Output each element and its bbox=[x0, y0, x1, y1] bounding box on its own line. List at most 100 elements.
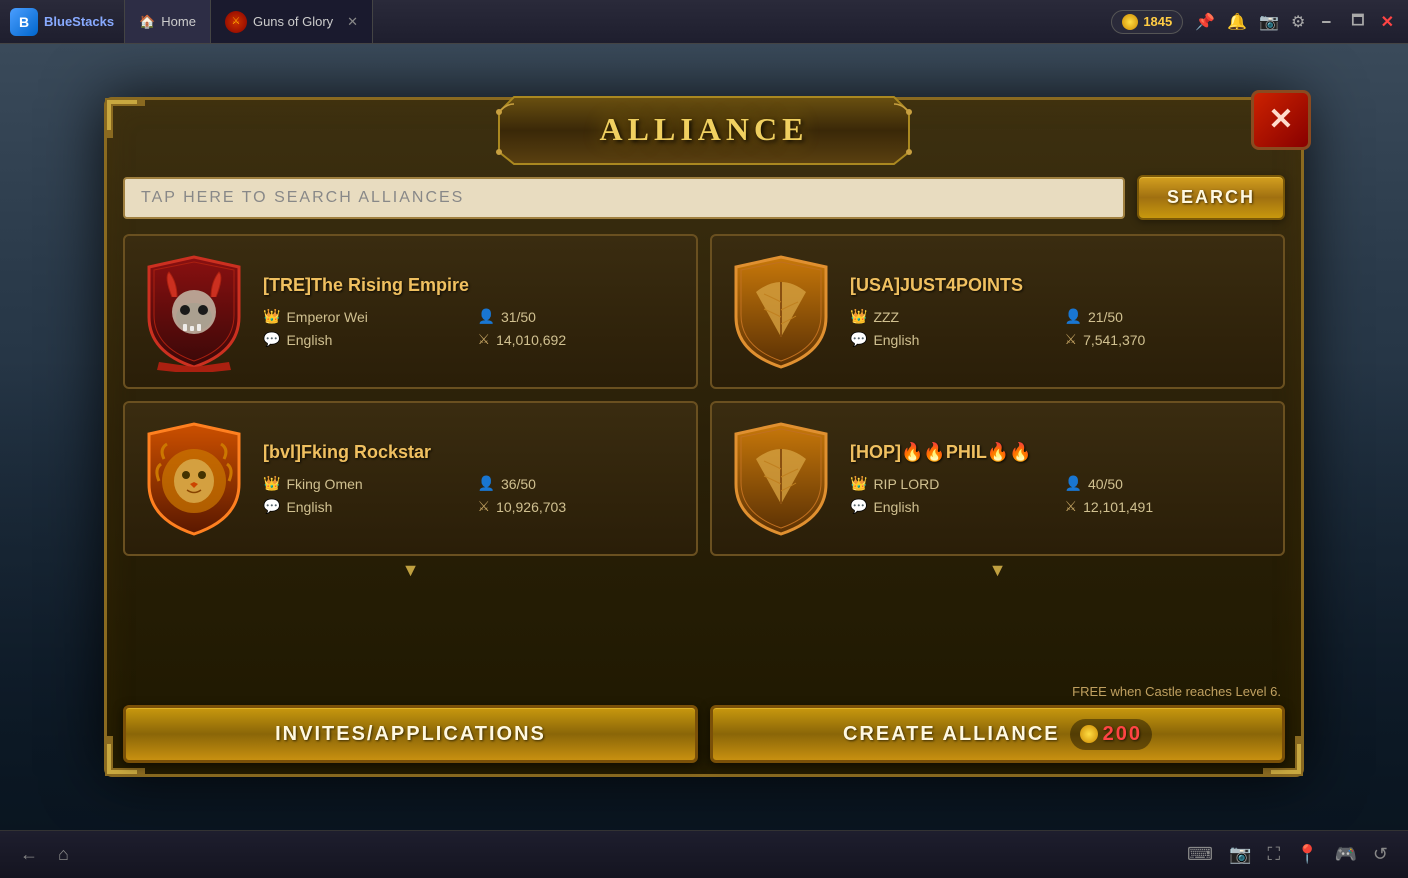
members-icon-3: 👤 bbox=[478, 475, 495, 492]
game-tab-icon: ⚔ bbox=[225, 11, 247, 33]
coins-value: 1845 bbox=[1143, 14, 1172, 29]
language-value-4: English bbox=[873, 499, 919, 515]
alliance-card-2[interactable]: [USA]JUST4POINTS 👑 ZZZ 👤 21/50 bbox=[710, 234, 1285, 389]
game-tab-label: Guns of Glory bbox=[253, 14, 333, 29]
alliance-card-4[interactable]: [HOP]🔥🔥PHIL🔥🔥 👑 RIP LORD 👤 40/50 bbox=[710, 401, 1285, 556]
members-row-4: 👤 40/50 bbox=[1065, 475, 1270, 492]
language-icon-3: 💬 bbox=[263, 498, 280, 515]
cost-coin-icon bbox=[1080, 725, 1098, 743]
language-icon-1: 💬 bbox=[263, 331, 280, 348]
language-row-1: 💬 English bbox=[263, 331, 468, 348]
alliance-badge-3 bbox=[139, 424, 249, 534]
create-label: CREATE ALLIANCE bbox=[843, 723, 1060, 746]
create-alliance-button[interactable]: CREATE ALLIANCE 200 bbox=[710, 705, 1285, 763]
badge-icon-feather-1 bbox=[726, 252, 836, 372]
bottombar: ← ⌂ ⌨ 📷 ⛶ 📍 🎮 ↺ bbox=[0, 830, 1408, 878]
notification-icon[interactable]: 🔔 bbox=[1227, 12, 1247, 32]
topbar-right: 1845 📌 🔔 📷 ⚙ 🗕 🗖 ✕ bbox=[1111, 8, 1408, 36]
leader-value-4: RIP LORD bbox=[873, 476, 939, 492]
alliance-stats-3: 👑 Fking Omen 👤 36/50 💬 English bbox=[263, 475, 682, 515]
corner-tl bbox=[105, 98, 145, 138]
members-icon-2: 👤 bbox=[1065, 308, 1082, 325]
maximize-btn[interactable]: 🗖 bbox=[1347, 8, 1368, 36]
alliance-badge-4 bbox=[726, 424, 836, 534]
game-background: ALLIANCE ✕ TAP HERE TO SEARCH ALLIANCES … bbox=[0, 44, 1408, 830]
language-row-2: 💬 English bbox=[850, 331, 1055, 348]
rotate-icon[interactable]: ↺ bbox=[1373, 844, 1388, 865]
leader-icon-2: 👑 bbox=[850, 308, 867, 325]
power-icon-2: ⚔ bbox=[1065, 331, 1078, 348]
minimize-btn[interactable]: 🗕 bbox=[1317, 8, 1335, 36]
scroll-arrow-left: ▼ bbox=[402, 560, 420, 581]
bottombar-left: ← ⌂ bbox=[20, 844, 69, 865]
alliance-info-1: [TRE]The Rising Empire 👑 Emperor Wei 👤 3… bbox=[263, 275, 682, 348]
members-row-1: 👤 31/50 bbox=[478, 308, 683, 325]
alliance-name-1: [TRE]The Rising Empire bbox=[263, 275, 682, 296]
leader-value-2: ZZZ bbox=[873, 309, 899, 325]
pin-icon[interactable]: 📌 bbox=[1195, 12, 1215, 32]
alliance-name-4: [HOP]🔥🔥PHIL🔥🔥 bbox=[850, 442, 1269, 463]
keyboard-icon[interactable]: ⌨ bbox=[1187, 844, 1213, 865]
members-value-2: 21/50 bbox=[1088, 309, 1123, 325]
alliance-stats-1: 👑 Emperor Wei 👤 31/50 💬 English bbox=[263, 308, 682, 348]
power-value-3: 10,926,703 bbox=[496, 499, 566, 515]
badge-icon-skull bbox=[139, 252, 249, 372]
leader-row-3: 👑 Fking Omen bbox=[263, 475, 468, 492]
alliance-modal: ALLIANCE ✕ TAP HERE TO SEARCH ALLIANCES … bbox=[104, 97, 1304, 777]
leader-row-4: 👑 RIP LORD bbox=[850, 475, 1055, 492]
window-close-btn[interactable]: ✕ bbox=[1381, 12, 1394, 32]
cards-grid: [TRE]The Rising Empire 👑 Emperor Wei 👤 3… bbox=[123, 234, 1285, 556]
scroll-hints: ▼ ▼ bbox=[123, 560, 1285, 581]
alliance-card-3[interactable]: [bvl]Fking Rockstar 👑 Fking Omen 👤 36/50 bbox=[123, 401, 698, 556]
tab-close-icon[interactable]: ✕ bbox=[347, 14, 358, 30]
cost-badge: 200 bbox=[1070, 719, 1152, 750]
camera-icon[interactable]: 📷 bbox=[1259, 12, 1279, 32]
page-title: ALLIANCE bbox=[600, 111, 809, 148]
language-value-2: English bbox=[873, 332, 919, 348]
members-row-3: 👤 36/50 bbox=[478, 475, 683, 492]
invites-button[interactable]: INVITES/APPLICATIONS bbox=[123, 705, 698, 763]
coin-icon bbox=[1122, 14, 1138, 30]
topbar-brand: BlueStacks bbox=[44, 14, 114, 29]
badge-icon-lion bbox=[139, 419, 249, 539]
back-icon[interactable]: ← bbox=[20, 844, 38, 865]
members-icon-4: 👤 bbox=[1065, 475, 1082, 492]
members-value-3: 36/50 bbox=[501, 476, 536, 492]
home-tab[interactable]: 🏠 Home bbox=[124, 0, 211, 43]
members-value-1: 31/50 bbox=[501, 309, 536, 325]
home-tab-label: Home bbox=[161, 14, 196, 29]
search-button[interactable]: SEARCH bbox=[1137, 175, 1285, 220]
language-icon-2: 💬 bbox=[850, 331, 867, 348]
power-row-4: ⚔ 12,101,491 bbox=[1065, 498, 1270, 515]
location-icon[interactable]: 📍 bbox=[1296, 844, 1318, 865]
power-value-4: 12,101,491 bbox=[1083, 499, 1153, 515]
home-bottom-icon[interactable]: ⌂ bbox=[58, 844, 69, 865]
badge-icon-feather-2 bbox=[726, 419, 836, 539]
camera-bottom-icon[interactable]: 📷 bbox=[1229, 844, 1251, 865]
close-button[interactable]: ✕ bbox=[1251, 90, 1311, 150]
leader-value-3: Fking Omen bbox=[286, 476, 362, 492]
alliance-card-1[interactable]: [TRE]The Rising Empire 👑 Emperor Wei 👤 3… bbox=[123, 234, 698, 389]
title-banner: ALLIANCE bbox=[494, 92, 914, 167]
leader-row-1: 👑 Emperor Wei bbox=[263, 308, 468, 325]
alliance-list: [TRE]The Rising Empire 👑 Emperor Wei 👤 3… bbox=[123, 234, 1285, 581]
alliance-name-2: [USA]JUST4POINTS bbox=[850, 275, 1269, 296]
members-value-4: 40/50 bbox=[1088, 476, 1123, 492]
settings-icon[interactable]: ⚙ bbox=[1291, 12, 1305, 32]
power-icon-1: ⚔ bbox=[478, 331, 491, 348]
modal-bottom: FREE when Castle reaches Level 6. INVITE… bbox=[123, 684, 1285, 774]
search-row: TAP HERE TO SEARCH ALLIANCES SEARCH bbox=[123, 175, 1285, 220]
members-icon-1: 👤 bbox=[478, 308, 495, 325]
gamepad-icon[interactable]: 🎮 bbox=[1334, 844, 1356, 865]
topbar: B BlueStacks 🏠 Home ⚔ Guns of Glory ✕ 18… bbox=[0, 0, 1408, 44]
fullscreen-icon[interactable]: ⛶ bbox=[1267, 844, 1280, 865]
search-input[interactable]: TAP HERE TO SEARCH ALLIANCES bbox=[123, 177, 1125, 219]
leader-value-1: Emperor Wei bbox=[286, 309, 367, 325]
home-icon: 🏠 bbox=[139, 14, 155, 30]
power-icon-3: ⚔ bbox=[478, 498, 491, 515]
language-row-4: 💬 English bbox=[850, 498, 1055, 515]
game-tab[interactable]: ⚔ Guns of Glory ✕ bbox=[211, 0, 373, 43]
bottombar-right: ⌨ 📷 ⛶ 📍 🎮 ↺ bbox=[1187, 844, 1388, 865]
leader-icon-3: 👑 bbox=[263, 475, 280, 492]
alliance-badge-1 bbox=[139, 257, 249, 367]
